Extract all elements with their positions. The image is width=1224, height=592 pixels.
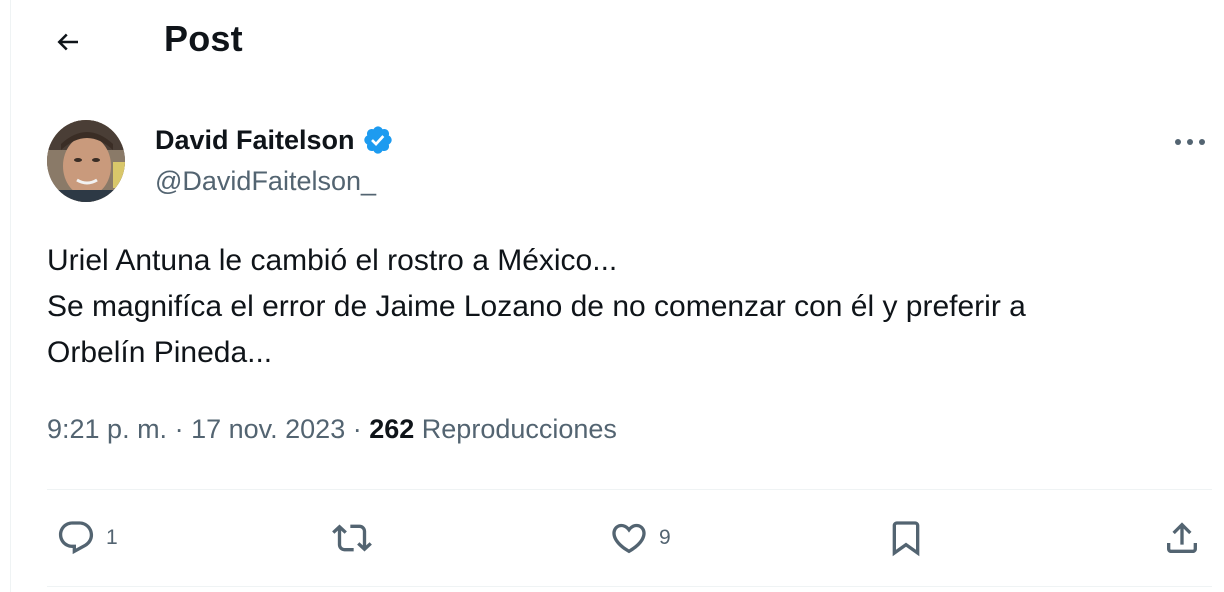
divider [47, 586, 1212, 587]
heart-icon [612, 523, 646, 554]
divider [47, 489, 1212, 490]
column-border [10, 0, 11, 592]
page-title: Post [164, 18, 243, 59]
reply-count: 1 [106, 526, 118, 549]
retweet-button[interactable] [332, 516, 382, 560]
author-name[interactable]: David Faitelson [155, 124, 394, 156]
post-page: Post David Faitelson @DavidFaitelson_ Ur… [0, 0, 1224, 592]
like-count: 9 [659, 526, 671, 549]
avatar[interactable] [47, 120, 125, 202]
tweet-text: Uriel Antuna le cambió el rostro a Méxic… [47, 244, 1026, 369]
tweet-date[interactable]: 17 nov. 2023 [191, 414, 345, 444]
meta-separator: · [167, 414, 192, 444]
more-horizontal-icon [1175, 139, 1205, 145]
meta-separator: · [345, 414, 370, 444]
share-icon [1167, 522, 1197, 553]
reply-button[interactable]: 1 [56, 516, 118, 560]
retweet-icon [332, 524, 372, 552]
share-button[interactable] [1162, 516, 1202, 560]
tweet-meta: 9:21 p. m. · 17 nov. 2023 · 262 Reproduc… [47, 414, 617, 445]
bookmark-button[interactable] [886, 516, 926, 560]
bookmark-icon [892, 521, 920, 557]
reply-icon [58, 521, 94, 555]
like-button[interactable]: 9 [609, 516, 671, 560]
back-button[interactable] [46, 20, 90, 64]
author-handle[interactable]: @DavidFaitelson_ [155, 166, 376, 197]
arrow-left-icon [57, 33, 78, 51]
views-count: 262 [369, 414, 415, 444]
more-options-button[interactable] [1168, 126, 1212, 158]
views-label: Reproducciones [421, 414, 617, 444]
author-name-text: David Faitelson [155, 124, 355, 155]
tweet-time[interactable]: 9:21 p. m. [47, 414, 167, 444]
avatar-image [47, 120, 125, 202]
verified-badge-icon [363, 126, 392, 154]
